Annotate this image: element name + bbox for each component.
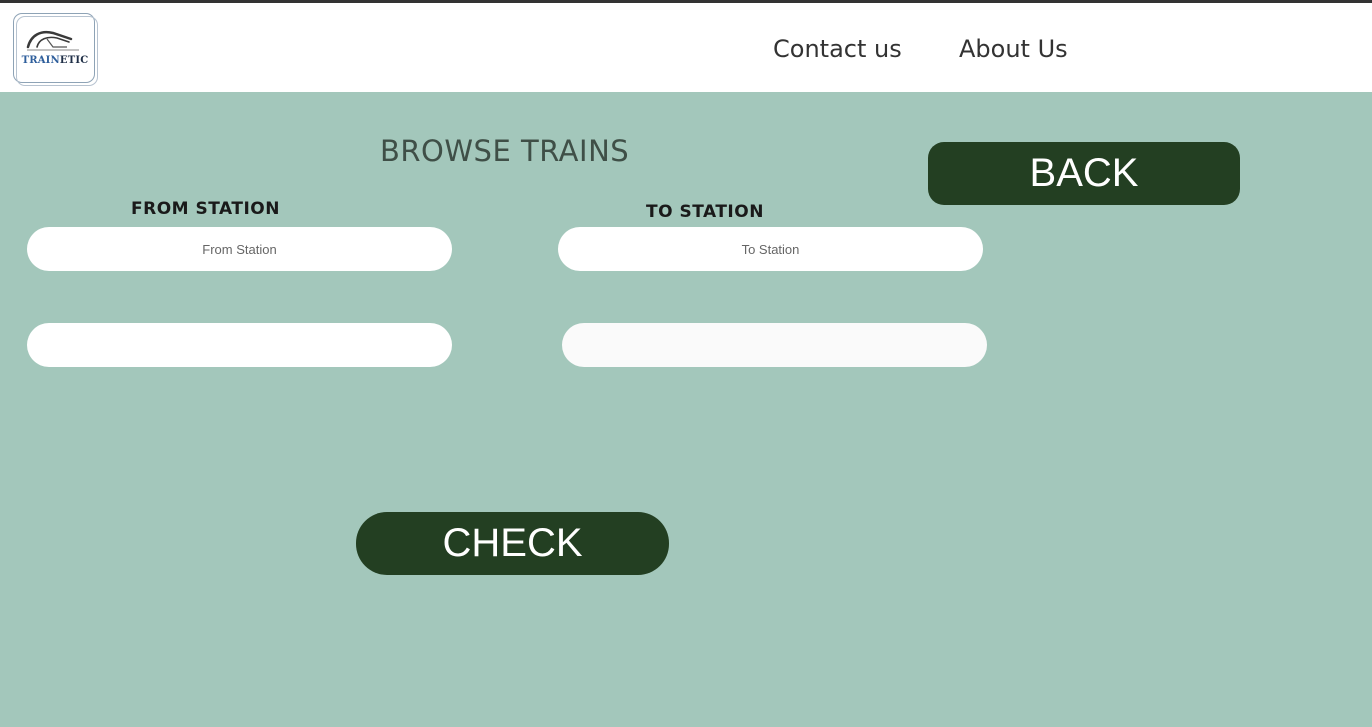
nav-contact-us[interactable]: Contact us [773,35,902,63]
secondary-input-right[interactable] [562,323,987,367]
from-station-label: FROM STATION [131,199,280,219]
to-station-input[interactable] [558,227,983,271]
trainetic-logo[interactable]: TRAINETIC [13,13,98,86]
page-title: BROWSE TRAINS [380,134,630,168]
secondary-input-left[interactable] [27,323,452,367]
to-station-label: TO STATION [646,202,764,222]
back-button[interactable]: BACK [928,142,1240,205]
logo-text: TRAINETIC [21,55,89,66]
check-button[interactable]: CHECK [356,512,669,575]
train-icon [26,30,79,51]
from-station-input[interactable] [27,227,452,271]
nav-about-us[interactable]: About Us [959,35,1068,63]
header-bar: TRAINETIC Contact us About Us [0,3,1372,92]
